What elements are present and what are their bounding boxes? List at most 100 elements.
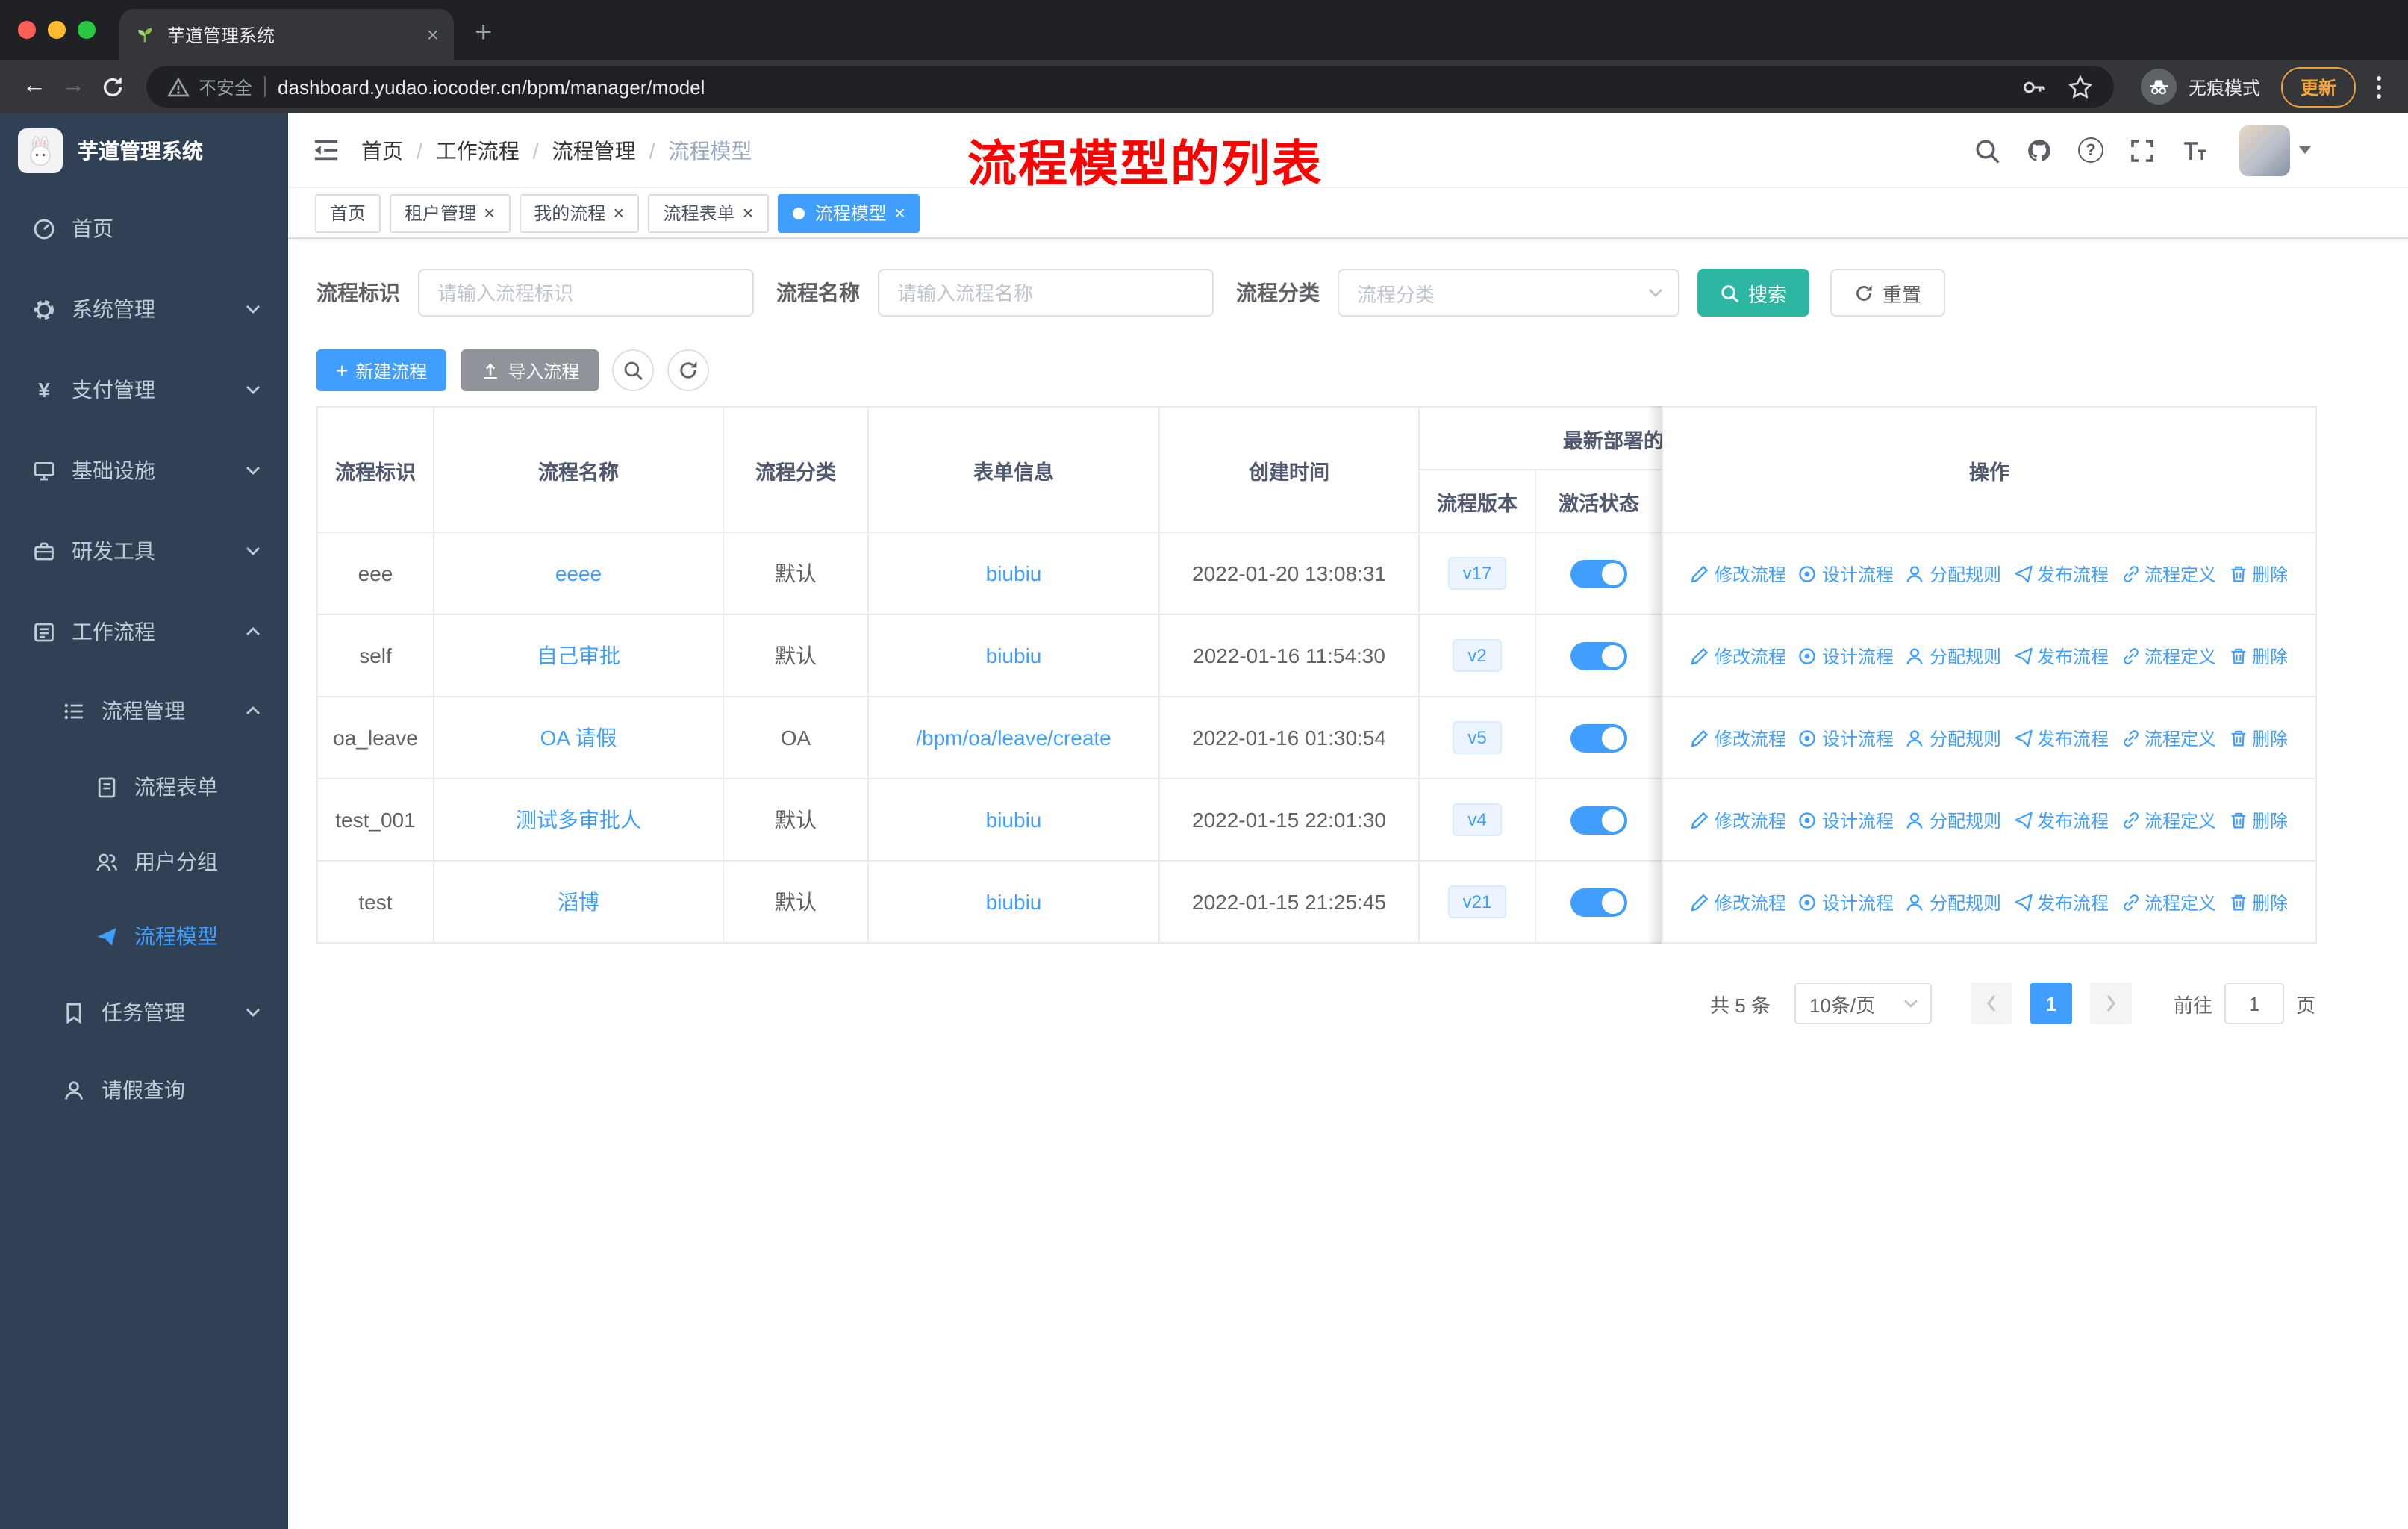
- action-definition[interactable]: 流程定义: [2121, 807, 2216, 832]
- reload-button[interactable]: [93, 74, 131, 99]
- action-delete[interactable]: 删除: [2228, 807, 2288, 832]
- tag-home[interactable]: 首页: [315, 193, 381, 232]
- breadcrumb-process-mgmt[interactable]: 流程管理: [552, 135, 636, 165]
- goto-page-input[interactable]: [2224, 983, 2284, 1024]
- active-toggle[interactable]: [1570, 559, 1627, 588]
- action-edit[interactable]: 修改流程: [1691, 725, 1786, 750]
- import-process-button[interactable]: 导入流程: [461, 349, 599, 391]
- action-definition[interactable]: 流程定义: [2121, 643, 2216, 668]
- zoom-window-button[interactable]: [78, 21, 96, 39]
- close-icon[interactable]: ×: [743, 203, 754, 222]
- tag-my-process[interactable]: 我的流程 ×: [519, 193, 640, 232]
- new-tab-button[interactable]: +: [475, 18, 492, 48]
- version-badge[interactable]: v5: [1453, 721, 1502, 754]
- process-name-link[interactable]: 测试多审批人: [516, 808, 641, 832]
- prev-page-button[interactable]: [1970, 983, 2012, 1024]
- back-button[interactable]: ←: [15, 73, 54, 100]
- sidebar-item-user-group[interactable]: 用户分组: [0, 824, 288, 899]
- browser-menu-button[interactable]: [2377, 75, 2381, 98]
- action-delete[interactable]: 删除: [2228, 889, 2288, 915]
- active-toggle[interactable]: [1570, 888, 1627, 916]
- tab-close-icon[interactable]: ×: [427, 24, 439, 45]
- fullscreen-icon[interactable]: [2129, 137, 2156, 164]
- action-delete[interactable]: 删除: [2228, 561, 2288, 586]
- action-publish[interactable]: 发布流程: [2013, 889, 2109, 915]
- sidebar-item-process-mgmt[interactable]: 流程管理: [0, 672, 288, 750]
- close-window-button[interactable]: [18, 21, 36, 39]
- action-assign[interactable]: 分配规则: [1906, 889, 2001, 915]
- action-design[interactable]: 设计流程: [1798, 643, 1894, 668]
- action-publish[interactable]: 发布流程: [2013, 561, 2109, 586]
- action-edit[interactable]: 修改流程: [1691, 889, 1786, 915]
- action-assign[interactable]: 分配规则: [1906, 807, 2001, 832]
- user-menu[interactable]: [2239, 125, 2311, 175]
- action-assign[interactable]: 分配规则: [1906, 643, 2001, 668]
- github-icon[interactable]: [2026, 137, 2053, 164]
- minimize-window-button[interactable]: [48, 21, 66, 39]
- browser-update-button[interactable]: 更新: [2280, 66, 2356, 107]
- refresh-table-button[interactable]: [667, 349, 710, 391]
- security-warning[interactable]: 不安全: [167, 74, 252, 99]
- action-definition[interactable]: 流程定义: [2121, 725, 2216, 750]
- action-delete[interactable]: 删除: [2228, 643, 2288, 668]
- action-publish[interactable]: 发布流程: [2013, 725, 2109, 750]
- bookmark-star-icon[interactable]: [2068, 74, 2093, 99]
- action-definition[interactable]: 流程定义: [2121, 561, 2216, 586]
- browser-tab[interactable]: 芋道管理系统 ×: [119, 9, 454, 60]
- version-badge[interactable]: v4: [1453, 803, 1502, 836]
- version-badge[interactable]: v21: [1447, 885, 1507, 918]
- action-definition[interactable]: 流程定义: [2121, 889, 2216, 915]
- active-toggle[interactable]: [1570, 806, 1627, 834]
- action-publish[interactable]: 发布流程: [2013, 643, 2109, 668]
- sidebar-collapse-button[interactable]: [312, 136, 340, 164]
- sidebar-item-payment[interactable]: ¥ 支付管理: [0, 349, 288, 430]
- forward-button[interactable]: →: [54, 73, 93, 100]
- sidebar-item-process-form[interactable]: 流程表单: [0, 750, 288, 824]
- form-link[interactable]: /bpm/oa/leave/create: [916, 726, 1111, 750]
- process-name-link[interactable]: 自己审批: [537, 644, 620, 667]
- reset-button[interactable]: 重置: [1830, 269, 1946, 317]
- search-button[interactable]: 搜索: [1697, 269, 1810, 317]
- create-process-button[interactable]: + 新建流程: [316, 349, 447, 391]
- toggle-search-button[interactable]: [612, 349, 655, 391]
- form-link[interactable]: biubiu: [986, 644, 1042, 667]
- process-name-link[interactable]: 滔博: [558, 890, 599, 914]
- category-select[interactable]: 流程分类: [1338, 269, 1679, 317]
- action-design[interactable]: 设计流程: [1798, 725, 1894, 750]
- active-toggle[interactable]: [1570, 723, 1627, 752]
- sidebar-item-task-mgmt[interactable]: 任务管理: [0, 974, 288, 1051]
- address-bar[interactable]: 不安全 dashboard.yudao.iocoder.cn/bpm/manag…: [146, 66, 2114, 108]
- action-publish[interactable]: 发布流程: [2013, 807, 2109, 832]
- current-page-button[interactable]: 1: [2030, 983, 2072, 1024]
- page-size-select[interactable]: 10条/页: [1794, 983, 1932, 1024]
- version-badge[interactable]: v2: [1453, 639, 1502, 672]
- form-link[interactable]: biubiu: [986, 561, 1042, 585]
- process-name-link[interactable]: OA 请假: [540, 726, 617, 750]
- process-name-input[interactable]: [878, 269, 1214, 317]
- action-assign[interactable]: 分配规则: [1906, 561, 2001, 586]
- sidebar-item-process-model[interactable]: 流程模型: [0, 899, 288, 974]
- process-key-input[interactable]: [418, 269, 754, 317]
- action-design[interactable]: 设计流程: [1798, 807, 1894, 832]
- sidebar-item-leave-query[interactable]: 请假查询: [0, 1051, 288, 1129]
- sidebar-item-system[interactable]: 系统管理: [0, 269, 288, 349]
- action-assign[interactable]: 分配规则: [1906, 725, 2001, 750]
- sidebar-item-devtools[interactable]: 研发工具: [0, 511, 288, 591]
- close-icon[interactable]: ×: [484, 203, 495, 222]
- breadcrumb-workflow[interactable]: 工作流程: [436, 135, 520, 165]
- process-name-link[interactable]: eeee: [555, 561, 602, 585]
- action-edit[interactable]: 修改流程: [1691, 561, 1786, 586]
- action-edit[interactable]: 修改流程: [1691, 807, 1786, 832]
- close-icon[interactable]: ×: [613, 203, 624, 222]
- close-icon[interactable]: ×: [894, 203, 905, 222]
- help-icon[interactable]: ?: [2078, 137, 2103, 163]
- action-edit[interactable]: 修改流程: [1691, 643, 1786, 668]
- search-icon[interactable]: [1974, 137, 2000, 164]
- active-toggle[interactable]: [1570, 641, 1627, 670]
- tag-process-model[interactable]: 流程模型 ×: [777, 193, 920, 232]
- next-page-button[interactable]: [2089, 983, 2132, 1024]
- breadcrumb-home[interactable]: 首页: [361, 135, 403, 165]
- action-design[interactable]: 设计流程: [1798, 561, 1894, 586]
- tag-tenant[interactable]: 租户管理 ×: [390, 193, 511, 232]
- password-key-icon[interactable]: [2021, 74, 2047, 99]
